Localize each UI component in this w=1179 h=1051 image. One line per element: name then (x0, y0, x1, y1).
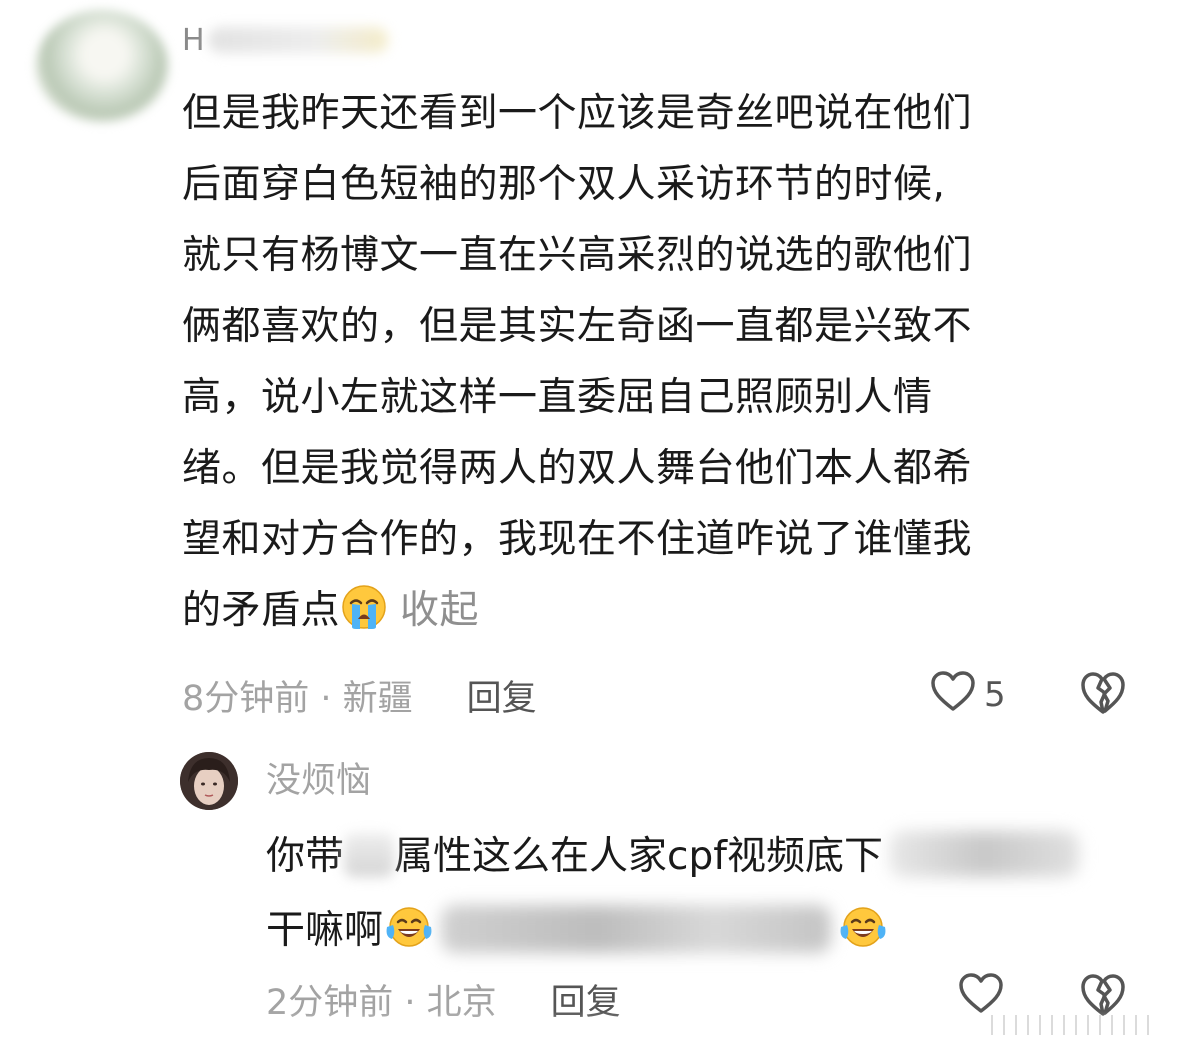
comment-text: 你带 (266, 834, 345, 879)
comment-body: 但是我昨天还看到一个应该是奇丝吧说在他们 后面穿白色短袖的那个双人采访环节的时候… (182, 78, 1112, 654)
comment-username[interactable]: 没烦恼 (266, 758, 371, 804)
comment-username[interactable]: H (182, 20, 388, 60)
comment-line: 干嘛啊 (266, 894, 1146, 976)
username-text: H (182, 22, 202, 58)
face-with-tears-of-joy-icon (837, 902, 889, 976)
comment-line: 高，说小左就这样一直委屈自己照顾别人情 (182, 375, 933, 420)
comment-line: 但是我昨天还看到一个应该是奇丝吧说在他们 (182, 91, 973, 136)
comment-line: 的矛盾点 (182, 588, 341, 633)
comment-line: 后面穿白色短袖的那个双人采访环节的时候, (182, 162, 946, 207)
loudly-crying-face-icon (340, 583, 388, 654)
comment-time-location: 8分钟前 · 新疆 (182, 678, 413, 719)
like-button[interactable]: 5 (930, 670, 1006, 720)
comment-line: 俩都喜欢的，但是其实左奇函一直都是兴致不 (182, 304, 973, 349)
like-count: 5 (984, 675, 1006, 715)
comment-last-line: 的矛盾点 收起 (182, 575, 1112, 654)
comment-body: 你带 属性这么在人家cpf视频底下 干嘛啊 (266, 820, 1146, 976)
comment-text: 属性这么在人家cpf视频底下 (394, 834, 883, 879)
username-redaction (208, 27, 388, 53)
comment-meta: 8分钟前 · 新疆 回复 (182, 668, 537, 722)
comment-line: 你带 属性这么在人家cpf视频底下 (266, 820, 1146, 894)
redaction-blur (441, 905, 832, 953)
face-with-tears-of-joy-icon (383, 902, 435, 976)
comment-line: 就只有杨博文一直在兴高采烈的说选的歌他们 (182, 233, 973, 278)
comment-text: 干嘛啊 (266, 908, 384, 953)
collapse-link[interactable]: 收起 (400, 588, 479, 633)
redaction-blur (888, 831, 1079, 877)
broken-heart-icon (1080, 672, 1126, 720)
reply-button[interactable]: 回复 (467, 670, 537, 721)
avatar[interactable] (36, 10, 168, 122)
dislike-button[interactable] (1080, 670, 1126, 720)
heart-outline-icon (930, 670, 976, 721)
avatar[interactable] (180, 752, 238, 810)
comment-line: 绪。但是我觉得两人的双人舞台他们本人都希 (182, 446, 973, 491)
comment-line: 望和对方合作的，我现在不住道咋说了谁懂我 (182, 517, 973, 562)
redaction-blur (344, 833, 395, 877)
comment-thread: H 但是我昨天还看到一个应该是奇丝吧说在他们 后面穿白色短袖的那个双人采访环节的… (0, 0, 1179, 1051)
watermark-strip (991, 1015, 1149, 1035)
